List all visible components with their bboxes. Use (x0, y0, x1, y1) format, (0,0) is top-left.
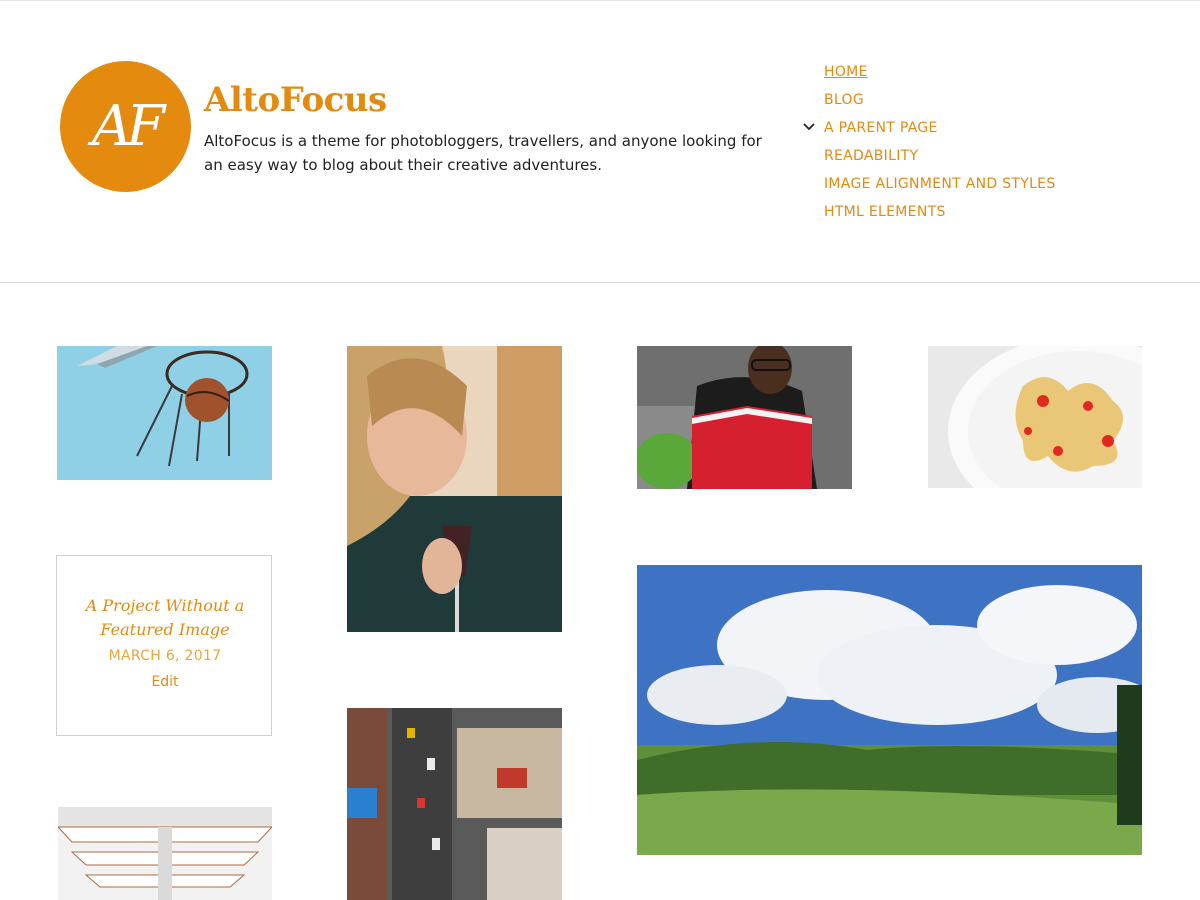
project-thumbnail-reader[interactable] (637, 346, 852, 489)
nav-item-image-alignment[interactable]: IMAGE ALIGNMENT AND STYLES (824, 170, 1056, 198)
top-divider (0, 0, 1200, 1)
nav-item-label: IMAGE ALIGNMENT AND STYLES (824, 176, 1056, 192)
project-thumbnail-library[interactable] (58, 807, 272, 900)
edit-link[interactable]: Edit (57, 674, 273, 690)
site-title[interactable]: AltoFocus (204, 80, 387, 120)
library-photo (58, 807, 272, 900)
main-navigation: HOME BLOG A PARENT PAGE READABILITY IMAG… (803, 58, 1056, 226)
site-header: AF AltoFocus AltoFocus is a theme for ph… (0, 0, 1200, 283)
logo-monogram: AF (91, 94, 165, 159)
site-description: AltoFocus is a theme for photobloggers, … (204, 132, 762, 174)
project-title[interactable]: A Project Without a Featured Image (57, 594, 273, 642)
nav-item-html-elements[interactable]: HTML ELEMENTS (824, 198, 1056, 226)
nav-item-label: A PARENT PAGE (824, 120, 938, 136)
landscape-photo (637, 565, 1142, 855)
project-thumbnail-landscape[interactable] (637, 565, 1142, 855)
project-thumbnail-city[interactable] (347, 708, 562, 900)
basketball-photo (57, 346, 272, 480)
food-plate-photo (928, 346, 1142, 488)
nav-item-label: HTML ELEMENTS (824, 204, 946, 220)
site-logo[interactable]: AF (60, 61, 191, 192)
project-date: MARCH 6, 2017 (108, 648, 222, 664)
woman-wine-photo (347, 346, 562, 632)
nav-item-blog[interactable]: BLOG (824, 86, 1056, 114)
project-thumbnail-wine[interactable] (347, 346, 562, 632)
nav-item-label: HOME (824, 64, 868, 80)
nav-item-readability[interactable]: READABILITY (824, 142, 1056, 170)
project-card-no-image[interactable]: A Project Without a Featured Image MARCH… (56, 555, 272, 736)
city-aerial-photo (347, 708, 562, 900)
chevron-down-icon[interactable] (802, 120, 816, 134)
nav-item-label: READABILITY (824, 148, 919, 164)
man-reading-photo (637, 346, 852, 489)
nav-item-home[interactable]: HOME (824, 58, 1056, 86)
nav-item-label: BLOG (824, 92, 864, 108)
project-thumbnail-basketball[interactable] (57, 346, 272, 480)
project-thumbnail-food[interactable] (928, 346, 1142, 488)
nav-item-a-parent-page[interactable]: A PARENT PAGE (803, 114, 1056, 142)
